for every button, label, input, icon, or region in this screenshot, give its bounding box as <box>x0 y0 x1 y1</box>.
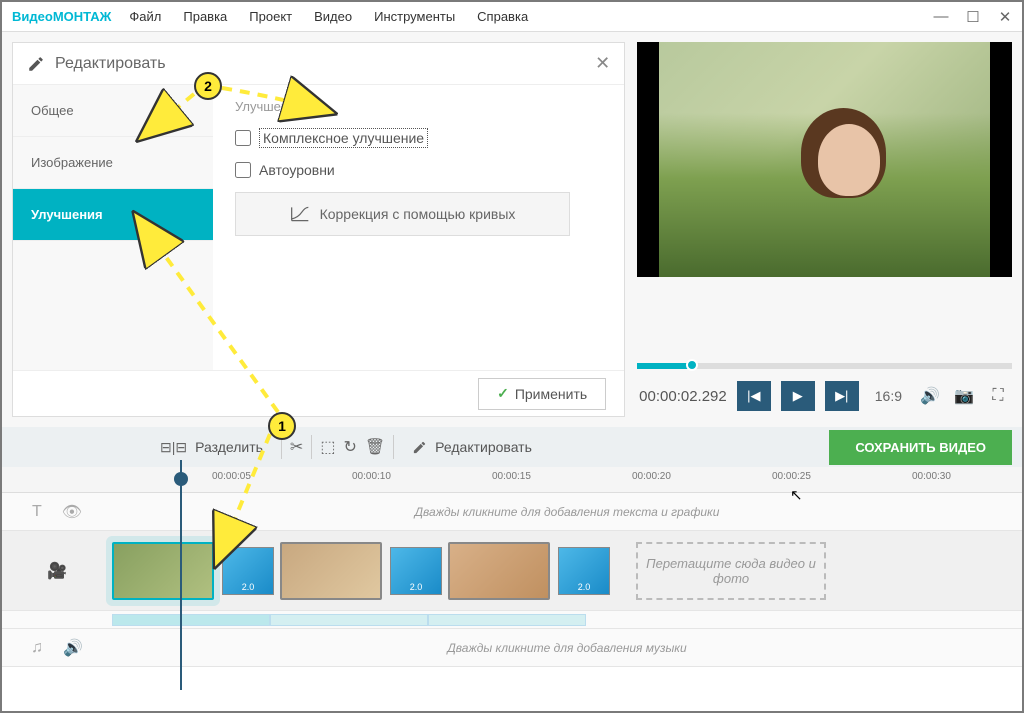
transition-1[interactable]: 2.0 <box>222 547 274 595</box>
menu-edit[interactable]: Правка <box>183 9 227 24</box>
section-label: Улучшения <box>235 99 602 114</box>
edit-panel-footer: ✓ Применить <box>13 370 624 416</box>
play-button[interactable]: ▶ <box>781 381 815 411</box>
edit-panel-title: Редактировать <box>55 55 595 73</box>
fullscreen-icon[interactable]: ⛶ <box>986 384 1010 408</box>
mute-icon[interactable]: 🔊 <box>63 638 83 658</box>
timeline-toolbar: ⊟|⊟ Разделить ✂ ⬚ ↻ 🗑 Редактировать СОХР… <box>2 427 1022 467</box>
video-clip-1[interactable] <box>112 542 214 600</box>
video-frame[interactable] <box>637 42 1012 277</box>
tab-enhancements[interactable]: Улучшения <box>13 189 213 241</box>
check-icon: ✓ <box>497 385 509 402</box>
rotate-icon[interactable]: ↻ <box>343 437 356 457</box>
callout-1: 1 <box>268 412 296 440</box>
aspect-ratio[interactable]: 16:9 <box>875 388 902 404</box>
checkbox-complex-enhancement[interactable]: Комплексное улучшение <box>235 128 602 148</box>
video-scene <box>659 42 990 277</box>
track-video-head: 🎥 <box>2 561 112 581</box>
edit-pencil-icon <box>27 55 45 73</box>
preview-panel: 00:00:02.292 |◀ ▶ ▶| 16:9 🔊 📷 ⛶ <box>637 42 1012 417</box>
apply-button[interactable]: ✓ Применить <box>478 378 606 410</box>
menu-project[interactable]: Проект <box>249 9 292 24</box>
curves-icon <box>290 205 310 223</box>
track-music: ♫ 🔊 Дважды кликните для добавления музык… <box>2 629 1022 667</box>
playback-controls: 00:00:02.292 |◀ ▶ ▶| 16:9 🔊 📷 ⛶ <box>637 375 1012 417</box>
track-music-body[interactable]: Дважды кликните для добавления музыки <box>112 629 1022 666</box>
edit-content: Улучшения Комплексное улучшение Автоуров… <box>213 85 624 370</box>
split-icon: ⊟|⊟ <box>160 439 187 456</box>
delete-icon[interactable]: 🗑 <box>365 437 385 457</box>
crop-icon[interactable]: ⬚ <box>320 437 335 457</box>
menu-video[interactable]: Видео <box>314 9 352 24</box>
menu-file[interactable]: Файл <box>129 9 161 24</box>
track-video-body[interactable]: 2.0 2.0 2.0 Перетащите сюда видео и фото <box>112 531 1022 610</box>
menu-bar: ВидеоМОНТАЖ Файл Правка Проект Видео Инс… <box>2 2 1022 32</box>
prev-button[interactable]: |◀ <box>737 381 771 411</box>
progress-thumb[interactable] <box>686 359 698 371</box>
track-music-head: ♫ 🔊 <box>2 638 112 658</box>
track-transitions <box>2 611 1022 629</box>
tab-image[interactable]: Изображение <box>13 137 213 189</box>
main-area: Редактировать ✕ Общее Изображение Улучше… <box>2 32 1022 427</box>
edit-clip-button[interactable]: Редактировать <box>402 439 542 455</box>
cursor-icon: ↖ <box>790 486 803 504</box>
visibility-icon[interactable]: 👁 <box>62 502 82 522</box>
edit-tabs: Общее Изображение Улучшения <box>13 85 213 370</box>
app-logo: ВидеоМОНТАЖ <box>12 9 111 24</box>
track-text: T 👁 Дважды кликните для добавления текст… <box>2 493 1022 531</box>
timeline: 00:00:05 00:00:10 00:00:15 00:00:20 00:0… <box>2 467 1022 667</box>
playback-progress[interactable] <box>637 363 1012 369</box>
split-button[interactable]: ⊟|⊟ Разделить <box>150 439 273 456</box>
music-icon[interactable]: ♫ <box>31 639 43 657</box>
edit-panel-header: Редактировать ✕ <box>13 43 624 85</box>
cut-icon[interactable]: ✂ <box>290 437 303 457</box>
text-icon[interactable]: T <box>32 503 42 521</box>
transition-2[interactable]: 2.0 <box>390 547 442 595</box>
edit-panel-body: Общее Изображение Улучшения Улучшения Ко… <box>13 85 624 370</box>
transition-3[interactable]: 2.0 <box>558 547 610 595</box>
menu-help[interactable]: Справка <box>477 9 528 24</box>
checkbox-autolevels-input[interactable] <box>235 162 251 178</box>
checkbox-autolevels[interactable]: Автоуровни <box>235 162 602 178</box>
close-icon[interactable]: ✕ <box>998 10 1012 24</box>
edit-panel: Редактировать ✕ Общее Изображение Улучше… <box>12 42 625 417</box>
playhead-line <box>180 460 182 690</box>
volume-icon[interactable]: 🔊 <box>918 384 942 408</box>
save-video-button[interactable]: СОХРАНИТЬ ВИДЕО <box>829 430 1012 465</box>
menu-tools[interactable]: Инструменты <box>374 9 455 24</box>
callout-2: 2 <box>194 72 222 100</box>
snapshot-icon[interactable]: 📷 <box>952 384 976 408</box>
next-button[interactable]: ▶| <box>825 381 859 411</box>
video-clip-2[interactable] <box>280 542 382 600</box>
checkbox-complex-input[interactable] <box>235 130 251 146</box>
track-video: 🎥 2.0 2.0 2.0 Перетащите сюда видео и фо… <box>2 531 1022 611</box>
playhead-handle[interactable] <box>174 472 188 486</box>
timeline-ruler[interactable]: 00:00:05 00:00:10 00:00:15 00:00:20 00:0… <box>2 467 1022 493</box>
minimize-icon[interactable]: — <box>934 10 948 24</box>
time-display: 00:00:02.292 <box>639 388 727 405</box>
video-icon[interactable]: 🎥 <box>47 561 67 581</box>
drop-zone[interactable]: Перетащите сюда видео и фото <box>636 542 826 600</box>
maximize-icon[interactable]: ☐ <box>966 10 980 24</box>
tab-general[interactable]: Общее <box>13 85 213 137</box>
edit-icon <box>412 440 427 455</box>
curves-correction-button[interactable]: Коррекция с помощью кривых <box>235 192 570 236</box>
edit-panel-close-icon[interactable]: ✕ <box>595 53 610 74</box>
window-controls: — ☐ ✕ <box>934 10 1012 24</box>
video-clip-3[interactable] <box>448 542 550 600</box>
track-text-body[interactable]: Дважды кликните для добавления текста и … <box>112 493 1022 530</box>
track-text-head: T 👁 <box>2 502 112 522</box>
